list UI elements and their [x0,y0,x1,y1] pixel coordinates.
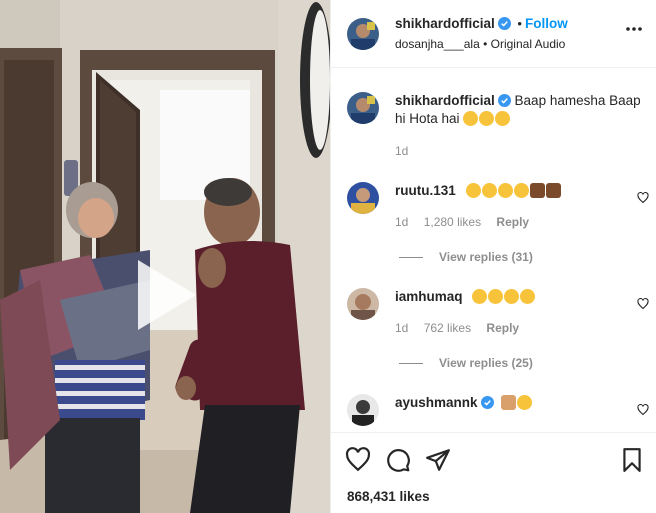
comment-likes[interactable]: 1,280 likes [424,215,481,229]
avatar[interactable] [347,18,379,50]
comment-time: 1d [395,321,409,335]
laughing-emoji-icon [513,183,529,198]
zany-emoji-icon [479,111,495,126]
header-username[interactable]: shikhardofficial [395,16,495,31]
raised-hands-emoji-icon [545,183,561,198]
post-side-panel: shikhardofficial • Follow dosanjha___ala … [330,0,656,513]
play-icon[interactable] [126,258,200,332]
divider-line [399,363,423,365]
laughing-emoji-icon [481,183,497,198]
verified-badge-icon [480,396,494,409]
verified-badge-icon [497,94,511,107]
like-comment-heart-icon[interactable] [637,298,649,310]
comment-emojis [472,289,536,304]
divider-line [399,257,423,259]
laughing-emoji-icon [497,183,513,198]
more-options-icon[interactable] [625,26,643,32]
comment-username[interactable]: ayushmannk [395,395,478,410]
post-header: shikhardofficial • Follow dosanjha___ala … [331,0,656,68]
comment-avatar[interactable] [347,288,379,320]
heart-icon[interactable] [345,447,371,473]
post-actions: 868,431 likes [331,432,656,513]
caption-username[interactable]: shikhardofficial [395,93,495,108]
instagram-post: shikhardofficial • Follow dosanjha___ala … [0,0,656,513]
video-frame [0,0,330,513]
laughing-emoji-icon [465,183,481,198]
bookmark-icon[interactable] [619,447,645,473]
likes-count[interactable]: 868,431 likes [347,489,430,504]
laughing-emoji-icon [517,395,533,410]
follow-separator: • [517,16,522,31]
reply-button[interactable]: Reply [486,321,519,335]
verified-badge-icon [497,17,511,30]
like-comment-heart-icon[interactable] [637,404,649,416]
reply-button[interactable]: Reply [496,215,529,229]
caption-time: 1d [395,144,409,158]
laughing-emoji-icon [495,111,511,126]
raised-hands-emoji-icon [529,183,545,198]
share-icon[interactable] [425,447,451,473]
comment-username[interactable]: ruutu.131 [395,183,456,198]
audio-user[interactable]: dosanjha___ala [395,37,480,51]
audio-label[interactable]: Original Audio [491,37,566,51]
laughing-emoji-icon [520,289,536,304]
follow-button[interactable]: Follow [525,16,568,31]
tongue-emoji-icon [463,111,479,126]
caption-avatar[interactable] [347,92,379,124]
video-player[interactable] [0,0,330,513]
comment-avatar[interactable] [347,182,379,214]
view-replies-label: View replies (31) [439,250,533,264]
laughing-emoji-icon [472,289,488,304]
raised-hands-emoji-icon [501,395,517,410]
like-comment-heart-icon[interactable] [637,192,649,204]
view-replies-button[interactable]: View replies (31) [399,250,533,264]
comment-emojis [501,395,533,410]
view-replies-label: View replies (25) [439,356,533,370]
audio-separator: • [483,37,488,51]
caption-emojis [463,111,511,126]
view-replies-button[interactable]: View replies (25) [399,356,533,370]
comment-username[interactable]: iamhumaq [395,289,463,304]
comment-emojis [465,183,562,198]
comment-avatar[interactable] [347,394,379,426]
comment-time: 1d [395,215,409,229]
laughing-emoji-icon [504,289,520,304]
comment-icon[interactable] [385,447,411,473]
comment-likes[interactable]: 762 likes [424,321,471,335]
laughing-emoji-icon [488,289,504,304]
